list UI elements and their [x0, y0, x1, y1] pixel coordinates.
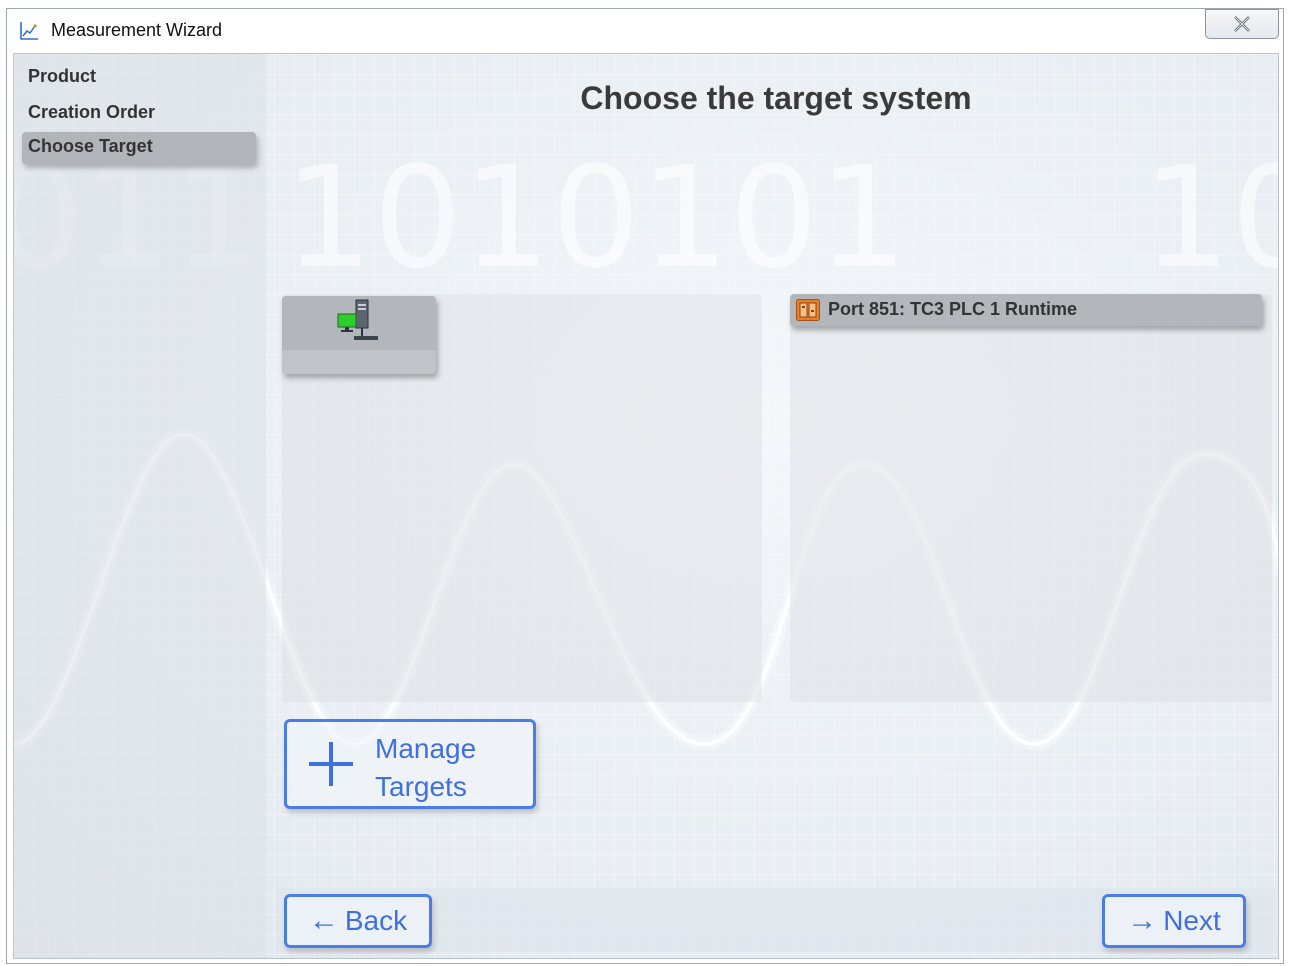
title-bar: Measurement Wizard — [7, 9, 1283, 53]
close-icon — [1234, 16, 1250, 32]
window-title: Measurement Wizard — [51, 20, 223, 40]
wizard-client-area: 1010101 10 011 Product Creation Order Ch… — [13, 53, 1279, 959]
next-button-content: → Next — [1105, 897, 1243, 945]
chart-icon — [20, 22, 38, 40]
back-button-content: ← Back — [287, 897, 429, 945]
target-tile-label-area — [282, 350, 436, 374]
back-button-label: Back — [344, 905, 408, 936]
runtimes-panel — [790, 294, 1272, 702]
runtime-label: Port 851: TC3 PLC 1 Runtime — [828, 299, 1078, 319]
target-system-tile[interactable] — [282, 296, 436, 374]
svg-text:10: 10 — [1142, 137, 1279, 300]
svg-text:1010101: 1010101 — [284, 137, 908, 300]
local-computer-icon — [337, 299, 378, 340]
step-product[interactable]: Product — [22, 62, 256, 94]
manage-targets-label: Manage Targets — [375, 730, 525, 806]
runtime-list-item[interactable]: Port 851: TC3 PLC 1 Runtime — [790, 294, 1262, 326]
next-button[interactable]: → Next — [1102, 894, 1246, 948]
back-button[interactable]: ← Back — [284, 894, 432, 948]
wizard-steps-sidebar: Product Creation Order Choose Target — [14, 54, 266, 958]
step-creation-order[interactable]: Creation Order — [22, 98, 256, 130]
arrow-right-icon: → — [1127, 904, 1158, 937]
plus-icon — [309, 742, 353, 786]
measurement-wizard-window: Measurement Wizard 1010101 10 011 Produc… — [6, 8, 1284, 964]
next-button-label: Next — [1163, 905, 1221, 936]
close-button[interactable] — [1205, 9, 1279, 39]
plc-runtime-icon — [796, 299, 820, 321]
manage-targets-label-line2: Targets — [375, 771, 467, 802]
arrow-left-icon: ← — [308, 904, 339, 937]
step-choose-target[interactable]: Choose Target — [22, 132, 256, 164]
manage-targets-button[interactable]: Manage Targets — [284, 719, 536, 809]
manage-targets-label-line1: Manage — [375, 733, 477, 764]
page-title: Choose the target system — [580, 80, 972, 116]
